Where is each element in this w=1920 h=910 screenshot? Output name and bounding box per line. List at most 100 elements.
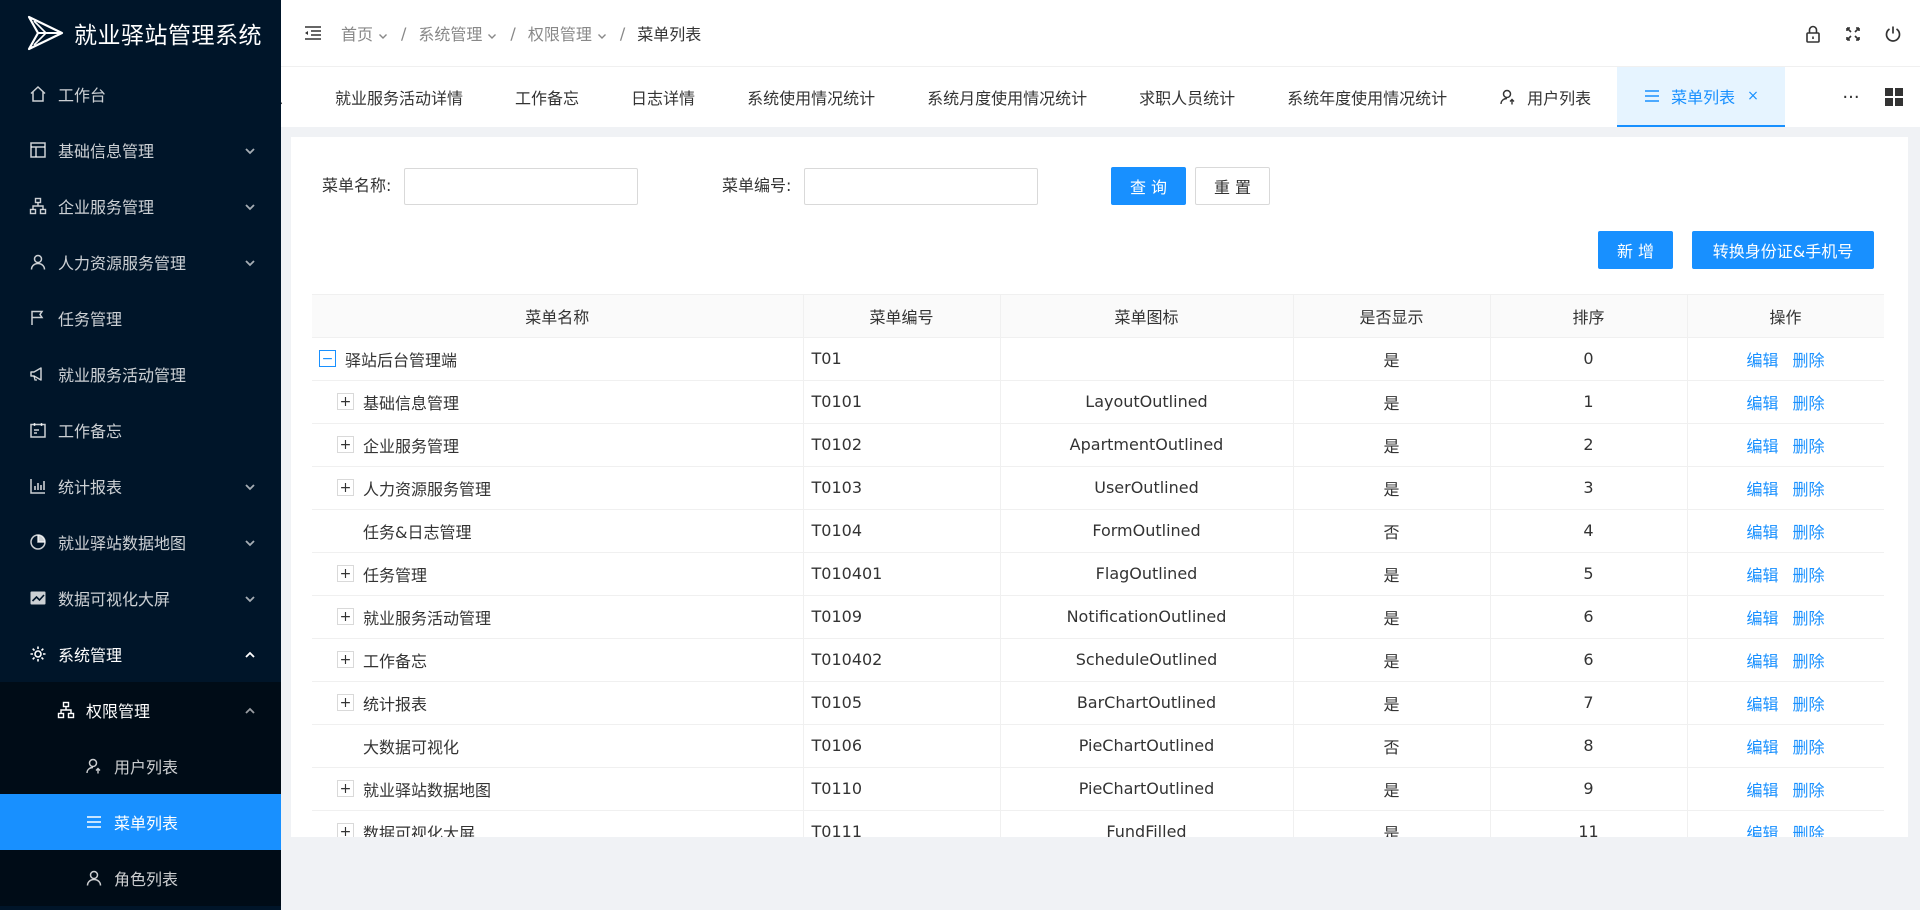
add-button[interactable]: 新 增 [1598,231,1673,269]
cell-name: + 数据可视化大屏 [312,810,804,837]
delete-link[interactable]: 删除 [1793,437,1825,456]
tabs-more-icon[interactable]: ··· [1836,67,1866,127]
sidebar-item[interactable]: 数据可视化大屏 [0,570,281,626]
breadcrumb-item[interactable]: 系统管理 [418,21,498,45]
delete-link[interactable]: 删除 [1793,695,1825,714]
tab-label: 系统年度使用情况统计 [1287,89,1448,108]
column-header: 排序 [1490,295,1688,338]
collapse-icon[interactable]: − [319,350,336,367]
power-icon[interactable] [1884,25,1902,43]
close-icon[interactable]: × [1747,88,1759,104]
menu-name: 任务&日志管理 [363,522,472,542]
menu-name: 统计报表 [363,694,428,714]
sidebar-item[interactable]: 基础信息管理 [0,122,281,178]
tab[interactable]: 日志详情 [605,67,721,127]
edit-link[interactable]: 编辑 [1746,781,1778,800]
delete-link[interactable]: 删除 [1793,738,1825,757]
delete-link[interactable]: 删除 [1793,351,1825,370]
delete-link[interactable]: 删除 [1793,781,1825,800]
edit-link[interactable]: 编辑 [1746,652,1778,671]
tab[interactable]: 用户列表 [1473,67,1617,127]
cell-sort: 11 [1490,810,1688,837]
menu-fold-icon[interactable] [301,21,325,45]
edit-link[interactable]: 编辑 [1746,394,1778,413]
edit-link[interactable]: 编辑 [1746,351,1778,370]
column-header: 菜单编号 [803,295,1001,338]
table-row: + 人力资源服务管理 T0103 UserOutlined 是 3 编辑 删除 [312,466,1884,510]
column-header: 是否显示 [1293,295,1491,338]
tab[interactable]: 系统使用情况统计 [721,67,901,127]
delete-link[interactable]: 删除 [1793,652,1825,671]
expand-icon[interactable]: + [337,651,354,668]
menu-code-input[interactable] [804,168,1038,205]
chevron-down-icon [243,591,257,605]
expand-icon[interactable]: + [337,608,354,625]
tab[interactable]: 系统月度使用情况统计 [901,67,1113,127]
fund-icon [28,588,48,608]
edit-link[interactable]: 编辑 [1746,480,1778,499]
cell-sort: 1 [1490,380,1688,424]
convert-id-phone-button[interactable]: 转换身份证&手机号 [1692,231,1874,269]
sidebar-item[interactable]: 工作备忘 [0,402,281,458]
sidebar-item[interactable]: 就业服务活动管理 [0,346,281,402]
expand-icon[interactable]: + [337,694,354,711]
sidebar-item[interactable]: 工作台 [0,66,281,122]
tab[interactable]: 菜单列表 × [1617,67,1785,127]
breadcrumb: 首页 / 系统管理 / 权限管理 / 菜单列表 [341,21,701,45]
cell-name: + 工作备忘 [312,638,804,682]
delete-link[interactable]: 删除 [1793,609,1825,628]
edit-link[interactable]: 编辑 [1746,566,1778,585]
cell-actions: 编辑 删除 [1687,509,1884,553]
breadcrumb-item[interactable]: 首页 [341,21,389,45]
expand-icon[interactable]: + [337,780,354,797]
cell-code: T0110 [803,767,1001,811]
sidebar-subitem[interactable]: 角色列表 [0,850,281,906]
query-button[interactable]: 查 询 [1111,167,1186,205]
sidebar-item-label: 任务管理 [58,310,123,329]
expand-icon[interactable]: + [337,393,354,410]
lock-icon[interactable] [1804,25,1822,43]
menu-name: 就业服务活动管理 [363,608,492,628]
breadcrumb-separator: / [401,23,407,43]
tab[interactable]: 就业服务活动详情 [309,67,489,127]
edit-link[interactable]: 编辑 [1746,437,1778,456]
edit-link[interactable]: 编辑 [1746,695,1778,714]
tab[interactable]: 求职人员统计 [1113,67,1261,127]
delete-link[interactable]: 删除 [1793,523,1825,542]
sidebar-item-system[interactable]: 系统管理 [0,626,281,682]
menu-name-input[interactable] [404,168,638,205]
sidebar-item-permission[interactable]: 权限管理 [0,682,281,738]
expand-icon[interactable]: + [337,479,354,496]
cell-name: − 驿站后台管理端 [312,337,804,381]
delete-link[interactable]: 删除 [1793,394,1825,413]
chevron-down-icon [486,27,498,39]
delete-link[interactable]: 删除 [1793,566,1825,585]
fullscreen-icon[interactable] [1844,25,1862,43]
edit-link[interactable]: 编辑 [1746,738,1778,757]
edit-link[interactable]: 编辑 [1746,523,1778,542]
grid-icon[interactable] [1882,67,1906,127]
breadcrumb-item[interactable]: 权限管理 [528,21,608,45]
sidebar-item[interactable]: 任务管理 [0,290,281,346]
cell-sort: 6 [1490,638,1688,682]
expand-icon[interactable]: + [337,436,354,453]
sidebar-subitem[interactable]: 菜单列表 [0,794,281,850]
expand-icon[interactable]: + [337,823,354,837]
sidebar-item[interactable]: 人力资源服务管理 [0,234,281,290]
chevron-down-icon [377,27,389,39]
edit-link[interactable]: 编辑 [1746,824,1778,838]
cell-name: 大数据可视化 [312,724,804,768]
sidebar-subitem[interactable]: 用户列表 [0,738,281,794]
app-logo: 就业驿站管理系统 [0,0,281,66]
delete-link[interactable]: 删除 [1793,480,1825,499]
reset-button[interactable]: 重 置 [1195,167,1270,205]
sidebar-item[interactable]: 就业驿站数据地图 [0,514,281,570]
tab[interactable]: 工作备忘 [489,67,605,127]
delete-link[interactable]: 删除 [1793,824,1825,838]
edit-link[interactable]: 编辑 [1746,609,1778,628]
expand-icon[interactable]: + [337,565,354,582]
tab[interactable]: 息 [281,67,309,127]
sidebar-item[interactable]: 企业服务管理 [0,178,281,234]
tab[interactable]: 系统年度使用情况统计 [1261,67,1473,127]
sidebar-item[interactable]: 统计报表 [0,458,281,514]
